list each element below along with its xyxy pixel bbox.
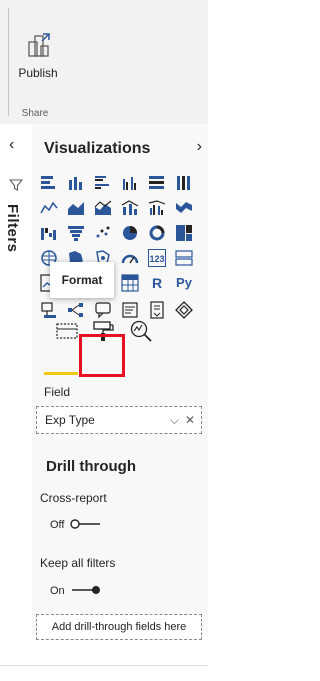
keep-all-filters-state: On — [50, 585, 65, 597]
drill-through-title: Drill through — [46, 458, 136, 475]
field-value: Exp Type — [45, 413, 95, 427]
fields-tab-underline — [44, 372, 78, 375]
r-script-visual-glyph: R — [151, 275, 163, 291]
clustered-column-chart-icon[interactable] — [121, 174, 139, 192]
scatter-chart-icon[interactable] — [94, 224, 112, 242]
matrix-icon[interactable] — [121, 274, 139, 292]
gauge-icon[interactable] — [121, 249, 139, 267]
keep-all-filters-label: Keep all filters — [40, 556, 116, 570]
100-stacked-bar-chart-icon[interactable] — [148, 174, 166, 192]
funnel-chart-icon[interactable] — [67, 224, 85, 242]
cross-report-toggle[interactable] — [70, 519, 102, 529]
treemap-icon[interactable] — [175, 224, 193, 242]
publish-button[interactable]: Publish — [14, 30, 62, 90]
waterfall-chart-icon[interactable] — [40, 224, 58, 242]
python-visual-glyph: Py — [176, 275, 192, 290]
pie-chart-icon[interactable] — [121, 224, 139, 242]
publish-label: Publish — [18, 66, 58, 80]
publish-icon — [28, 33, 50, 57]
area-chart-icon[interactable] — [67, 199, 85, 217]
cross-report-label: Cross-report — [40, 491, 107, 505]
cross-report-state: Off — [50, 519, 65, 531]
chevron-left-icon[interactable]: ‹ — [9, 136, 14, 154]
field-label: Field — [44, 385, 71, 399]
card-icon[interactable]: 123 — [148, 249, 166, 267]
card-glyph: 123 — [148, 249, 166, 267]
analytics-tab[interactable] — [126, 316, 156, 346]
chevron-down-icon[interactable]: ⌵ — [170, 407, 179, 433]
chevron-right-icon[interactable]: › — [197, 138, 202, 156]
format-tab-highlight — [79, 334, 125, 377]
donut-chart-icon[interactable] — [148, 224, 166, 242]
line-and-clustered-column-chart-icon[interactable] — [148, 199, 166, 217]
field-well-exp-type[interactable]: Exp Type ⌵ ✕ — [36, 406, 202, 434]
clustered-bar-chart-icon[interactable] — [94, 174, 112, 192]
ribbon: Publish Share — [0, 0, 208, 125]
remove-field-icon[interactable]: ✕ — [185, 407, 195, 433]
stacked-bar-chart-icon[interactable] — [40, 174, 58, 192]
r-script-visual-icon[interactable]: R — [148, 274, 166, 292]
line-chart-icon[interactable] — [40, 199, 58, 217]
ribbon-chart-icon[interactable] — [175, 199, 193, 217]
share-group-label: Share — [21, 108, 49, 119]
multi-row-card-icon[interactable] — [175, 249, 193, 267]
format-tooltip: Format — [50, 262, 114, 298]
stacked-area-chart-icon[interactable] — [94, 199, 112, 217]
filters-pane-collapsed[interactable]: ‹ Filters — [0, 124, 33, 602]
filters-label[interactable]: Filters — [4, 204, 21, 253]
100-stacked-column-chart-icon[interactable] — [175, 174, 193, 192]
line-and-column-chart-icon[interactable] — [121, 199, 139, 217]
stacked-column-chart-icon[interactable] — [67, 174, 85, 192]
bottom-divider — [0, 665, 208, 666]
fields-tab[interactable] — [52, 316, 82, 346]
ribbon-divider — [8, 8, 9, 116]
visualizations-title: Visualizations — [44, 140, 151, 157]
filter-funnel-icon — [9, 179, 23, 191]
power-apps-icon[interactable] — [175, 301, 193, 319]
keep-all-filters-toggle[interactable] — [70, 585, 102, 595]
python-visual-icon[interactable]: Py — [175, 274, 193, 292]
add-drill-through-fields-well[interactable]: Add drill-through fields here — [36, 614, 202, 640]
